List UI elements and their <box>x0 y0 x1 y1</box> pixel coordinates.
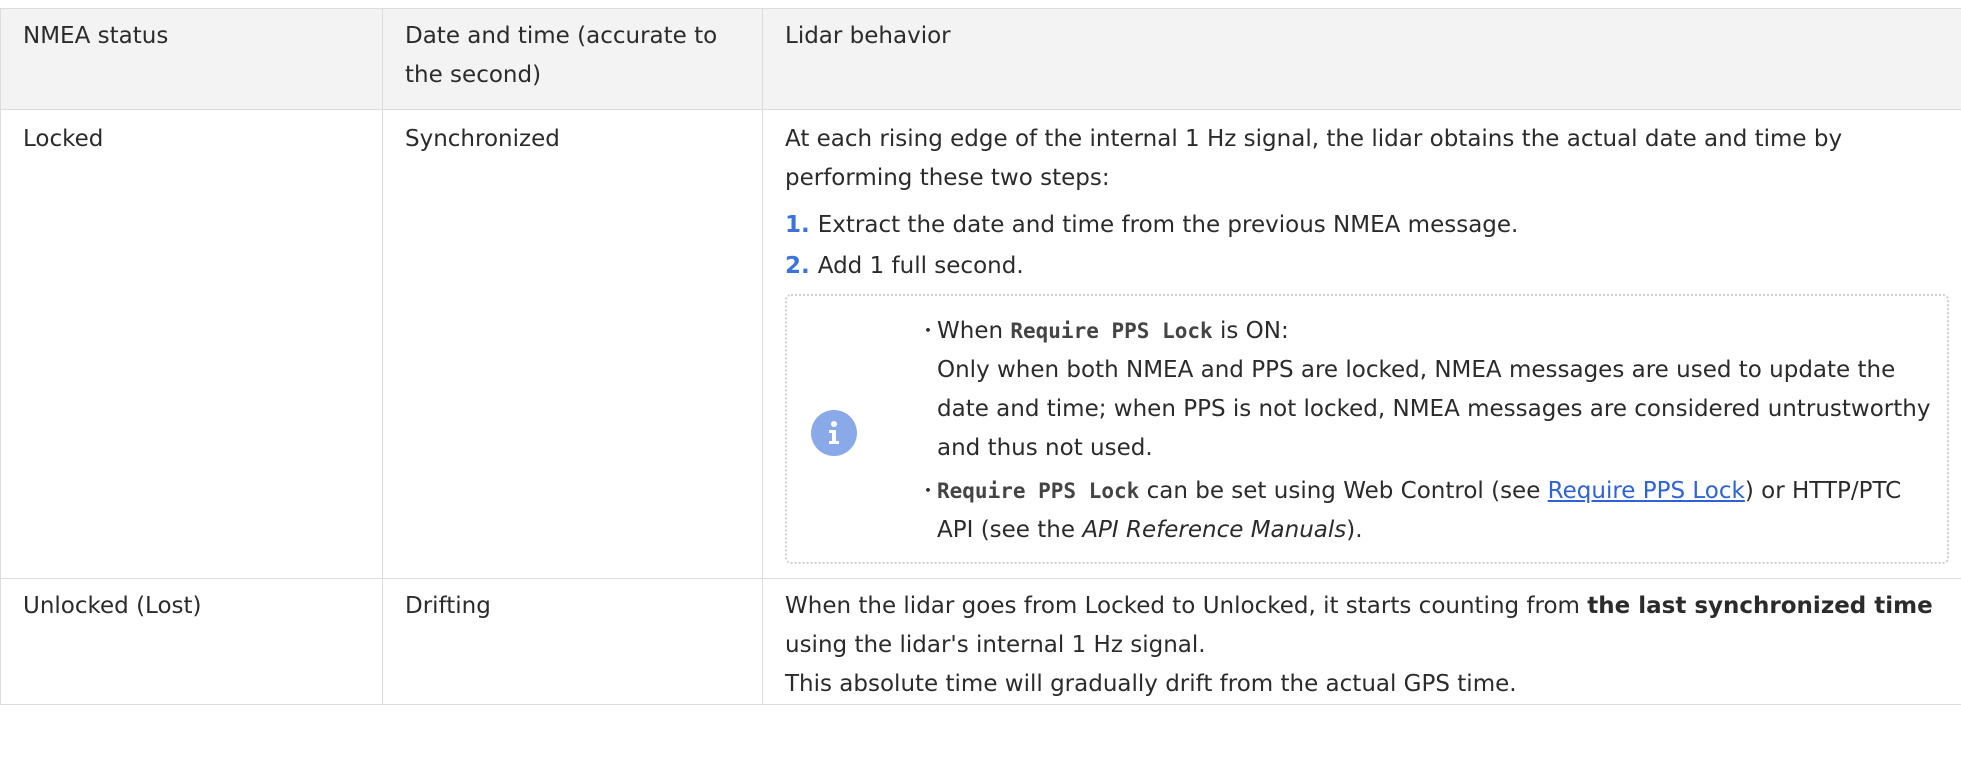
list-item: 1. Extract the date and time from the pr… <box>785 206 1949 245</box>
step-text: Add 1 full second. <box>817 253 1024 279</box>
step-number: 2. <box>785 253 810 279</box>
header-lidar-behavior: Lidar behavior <box>762 8 1961 110</box>
api-reference-manuals-text: API Reference Manuals <box>1082 517 1347 543</box>
note-item1-prefix: When <box>937 318 1011 344</box>
note-item2-text1: can be set using Web Control (see <box>1139 478 1548 504</box>
cell-behavior-unlocked: When the lidar goes from Locked to Unloc… <box>762 578 1961 705</box>
list-item: ・ When Require PPS Lock is ON: Only when… <box>917 312 1933 468</box>
unlocked-bold-text: the last synchronized time <box>1587 593 1933 619</box>
header-nmea-status: NMEA status <box>0 8 383 110</box>
require-pps-lock-code: Require PPS Lock <box>1010 319 1213 343</box>
bullet-marker: ・ <box>919 481 937 502</box>
note-item1-suffix: is ON: <box>1212 318 1289 344</box>
require-pps-lock-code: Require PPS Lock <box>937 479 1140 503</box>
cell-datetime-drifting: Drifting <box>382 578 763 705</box>
step-text: Extract the date and time from the previ… <box>817 212 1519 238</box>
locked-steps-list: 1. Extract the date and time from the pr… <box>785 206 1949 286</box>
info-note-box: ・ When Require PPS Lock is ON: Only when… <box>785 294 1949 564</box>
locked-intro-text: At each rising edge of the internal 1 Hz… <box>785 126 1843 191</box>
cell-status-unlocked: Unlocked (Lost) <box>0 578 383 705</box>
cell-datetime-synchronized: Synchronized <box>382 109 763 579</box>
nmea-status-table: NMEA status Date and time (accurate to t… <box>0 8 1961 705</box>
nmea-status-table-container: NMEA status Date and time (accurate to t… <box>0 8 1961 705</box>
bullet-marker: ・ <box>919 321 937 342</box>
unlocked-text1: When the lidar goes from Locked to Unloc… <box>785 593 1588 619</box>
step-number: 1. <box>785 212 810 238</box>
list-item: 2. Add 1 full second. <box>785 247 1949 286</box>
require-pps-lock-link[interactable]: Require PPS Lock <box>1548 478 1745 504</box>
unlocked-drift-text: This absolute time will gradually drift … <box>785 671 1517 697</box>
info-icon <box>811 410 857 456</box>
unlocked-text: When the lidar goes from Locked to Unloc… <box>785 587 1949 665</box>
unlocked-text2: using the lidar's internal 1 Hz signal. <box>785 632 1206 658</box>
table-row-locked: Locked Synchronized At each rising edge … <box>0 109 1961 579</box>
header-date-and-time: Date and time (accurate to the second) <box>382 8 763 110</box>
cell-status-locked: Locked <box>0 109 383 579</box>
cell-behavior-locked: At each rising edge of the internal 1 Hz… <box>762 109 1961 579</box>
list-item: ・ Require PPS Lock can be set using Web … <box>917 472 1933 550</box>
note-item1-detail: Only when both NMEA and PPS are locked, … <box>937 357 1931 461</box>
note-list: ・ When Require PPS Lock is ON: Only when… <box>917 312 1933 550</box>
table-header-row: NMEA status Date and time (accurate to t… <box>0 8 1961 110</box>
note-item2-text3: ). <box>1346 517 1363 543</box>
note-content: ・ When Require PPS Lock is ON: Only when… <box>917 312 1933 554</box>
table-row-unlocked: Unlocked (Lost) Drifting When the lidar … <box>0 578 1961 705</box>
